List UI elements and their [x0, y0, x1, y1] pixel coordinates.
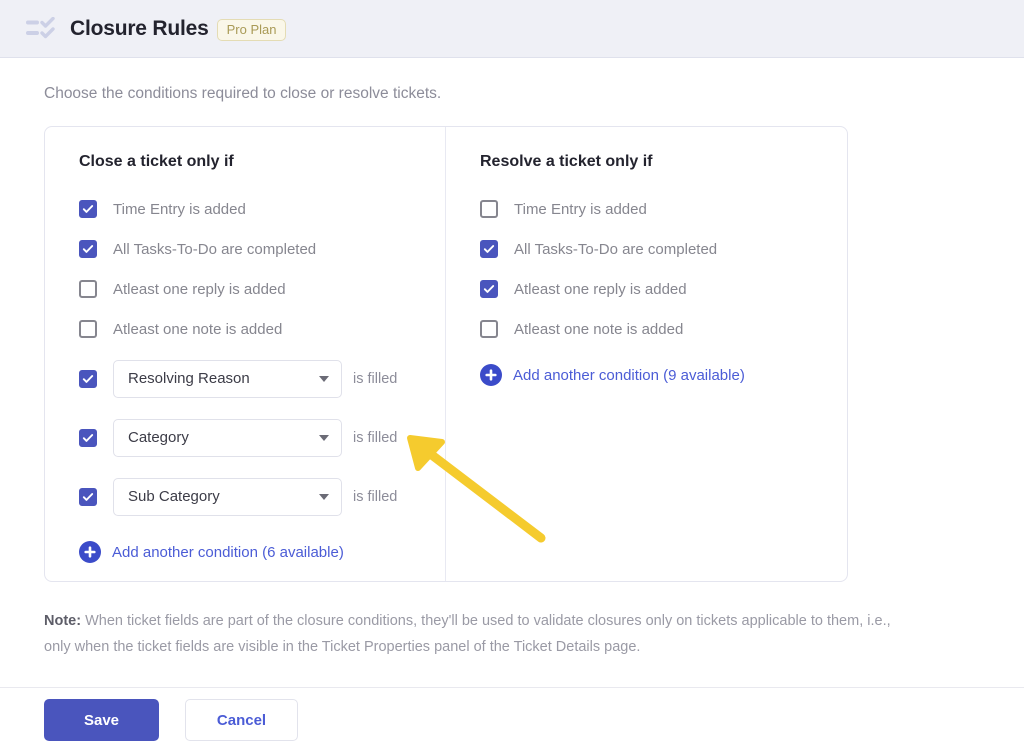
add-condition-label: Add another condition (9 available): [513, 367, 745, 384]
condition-row-time-entry[interactable]: Time Entry is added: [79, 189, 445, 229]
condition-label: Atleast one reply is added: [113, 281, 286, 298]
select-value: Sub Category: [128, 488, 220, 505]
checkbox-resolving-reason[interactable]: [79, 370, 97, 388]
column-title: Close a ticket only if: [79, 153, 445, 171]
plus-circle-icon: [480, 364, 502, 386]
select-value: Resolving Reason: [128, 370, 250, 387]
note-prefix: Note:: [44, 613, 81, 629]
checkbox-one-note-resolve[interactable]: [480, 320, 498, 338]
operator-label: is filled: [353, 371, 397, 387]
condition-row-one-note[interactable]: Atleast one note is added: [79, 309, 445, 349]
select-value: Category: [128, 429, 189, 446]
checkbox-tasks-todo-resolve[interactable]: [480, 240, 498, 258]
field-select-resolving-reason[interactable]: Resolving Reason: [113, 360, 342, 398]
field-condition-row-resolving-reason[interactable]: Resolving Reason is filled: [79, 349, 445, 408]
field-select-category[interactable]: Category: [113, 419, 342, 457]
chevron-down-icon: [319, 376, 329, 382]
add-condition-resolve[interactable]: Add another condition (9 available): [480, 355, 745, 395]
checkbox-time-entry-resolve[interactable]: [480, 200, 498, 218]
checkbox-time-entry[interactable]: [79, 200, 97, 218]
add-condition-close[interactable]: Add another condition (6 available): [79, 532, 344, 572]
condition-label: Atleast one reply is added: [514, 281, 687, 298]
field-condition-row-category[interactable]: Category is filled: [79, 408, 445, 467]
footer-divider: [0, 687, 1024, 688]
chevron-down-icon: [319, 435, 329, 441]
page-content: Choose the conditions required to close …: [0, 85, 1024, 660]
footer-actions: Save Cancel: [44, 699, 298, 741]
closure-rules-card: Close a ticket only if Time Entry is add…: [44, 126, 848, 582]
operator-label: is filled: [353, 430, 397, 446]
closure-note: Note: When ticket fields are part of the…: [44, 608, 904, 660]
checklist-icon: [26, 17, 56, 41]
condition-row-one-reply-resolve[interactable]: Atleast one reply is added: [480, 269, 847, 309]
resolve-conditions-column: Resolve a ticket only if Time Entry is a…: [446, 127, 847, 581]
condition-label: All Tasks-To-Do are completed: [514, 241, 717, 258]
condition-row-one-note-resolve[interactable]: Atleast one note is added: [480, 309, 847, 349]
page-title: Closure Rules: [70, 17, 209, 41]
condition-row-one-reply[interactable]: Atleast one reply is added: [79, 269, 445, 309]
condition-row-tasks-todo[interactable]: All Tasks-To-Do are completed: [79, 229, 445, 269]
condition-label: Atleast one note is added: [113, 321, 282, 338]
page-subtitle: Choose the conditions required to close …: [44, 85, 980, 103]
condition-label: Time Entry is added: [514, 201, 647, 218]
plan-badge: Pro Plan: [217, 19, 287, 41]
checkbox-tasks-todo[interactable]: [79, 240, 97, 258]
add-condition-label: Add another condition (6 available): [112, 544, 344, 561]
condition-row-time-entry-resolve[interactable]: Time Entry is added: [480, 189, 847, 229]
checkbox-one-note[interactable]: [79, 320, 97, 338]
operator-label: is filled: [353, 489, 397, 505]
checkbox-sub-category[interactable]: [79, 488, 97, 506]
checkbox-one-reply[interactable]: [79, 280, 97, 298]
field-condition-row-sub-category[interactable]: Sub Category is filled: [79, 467, 445, 526]
note-text: When ticket fields are part of the closu…: [44, 613, 891, 655]
cancel-button[interactable]: Cancel: [185, 699, 298, 741]
condition-label: All Tasks-To-Do are completed: [113, 241, 316, 258]
page-header: Closure Rules Pro Plan: [0, 0, 1024, 58]
condition-row-tasks-todo-resolve[interactable]: All Tasks-To-Do are completed: [480, 229, 847, 269]
column-title: Resolve a ticket only if: [480, 153, 847, 171]
checkbox-one-reply-resolve[interactable]: [480, 280, 498, 298]
close-conditions-column: Close a ticket only if Time Entry is add…: [45, 127, 446, 581]
field-select-sub-category[interactable]: Sub Category: [113, 478, 342, 516]
save-button[interactable]: Save: [44, 699, 159, 741]
condition-label: Time Entry is added: [113, 201, 246, 218]
checkbox-category[interactable]: [79, 429, 97, 447]
plus-circle-icon: [79, 541, 101, 563]
condition-label: Atleast one note is added: [514, 321, 683, 338]
chevron-down-icon: [319, 494, 329, 500]
